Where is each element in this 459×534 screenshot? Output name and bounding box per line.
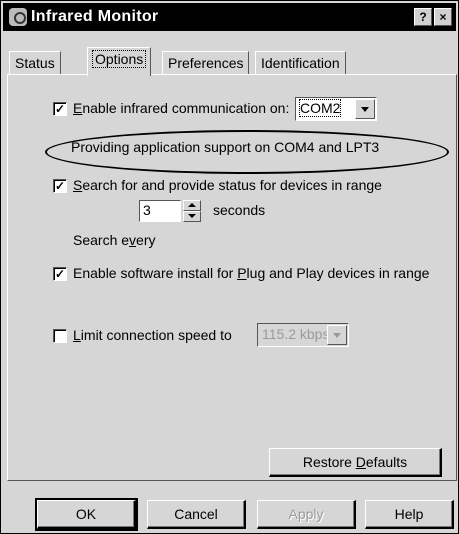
highlight-ellipse — [45, 130, 449, 174]
software-install-pre: Enable software install for — [73, 265, 238, 281]
chevron-down-icon[interactable] — [327, 325, 347, 345]
close-button[interactable]: × — [434, 8, 452, 26]
speed-value: 115.2 kbps — [262, 326, 330, 342]
tab-options-label: Options — [91, 50, 147, 68]
seconds-label: seconds — [213, 202, 266, 218]
tab-preferences-label: Preferences — [168, 55, 244, 71]
search-devices-label-text: earch for and provide status for devices… — [82, 177, 382, 193]
software-install-label[interactable]: Enable software install for Plug and Pla… — [73, 265, 429, 281]
search-every-post: ery — [136, 232, 156, 248]
help-title-button[interactable]: ? — [414, 8, 432, 26]
enable-infrared-label-text: nable infrared communication on: — [82, 100, 290, 116]
ok-button[interactable]: OK — [35, 498, 138, 531]
search-devices-label[interactable]: Search for and provide status for device… — [73, 177, 382, 193]
limit-speed-mnemonic: L — [73, 327, 81, 343]
enable-infrared-label[interactable]: Enable infrared communication on: — [73, 100, 289, 116]
limit-speed-label[interactable]: Limit connection speed to — [73, 327, 232, 343]
tab-identification-label: Identification — [261, 55, 340, 71]
chevron-down-icon[interactable] — [355, 99, 375, 119]
apply-button[interactable]: Apply — [257, 500, 356, 529]
tab-preferences[interactable]: Preferences — [162, 51, 250, 74]
search-interval-spinner[interactable] — [183, 200, 201, 222]
restore-defaults-mnemonic: D — [355, 454, 366, 470]
restore-defaults-post: efaults — [365, 454, 408, 470]
search-every-label: Search every — [73, 232, 156, 248]
title-bar[interactable]: Infrared Monitor ? × — [3, 3, 456, 31]
tab-status[interactable]: Status — [9, 51, 61, 74]
infrared-icon — [9, 8, 27, 26]
window-title: Infrared Monitor — [31, 8, 159, 25]
limit-speed-checkbox[interactable] — [53, 329, 67, 343]
spin-up-icon[interactable] — [183, 200, 201, 211]
tab-status-label: Status — [15, 55, 55, 71]
spin-down-icon[interactable] — [183, 211, 201, 222]
speed-select[interactable]: 115.2 kbps — [257, 323, 349, 347]
software-install-checkbox[interactable]: ✓ — [53, 267, 67, 281]
tab-identification[interactable]: Identification — [255, 51, 346, 74]
dialog-window: Infrared Monitor ? × Status Options Pref… — [0, 0, 459, 534]
tab-options[interactable]: Options — [87, 47, 152, 76]
enable-infrared-checkbox[interactable]: ✓ — [53, 102, 67, 116]
search-devices-checkbox[interactable]: ✓ — [53, 179, 67, 193]
restore-defaults-button[interactable]: Restore Defaults — [269, 448, 442, 477]
com-port-value: COM2 — [298, 99, 342, 117]
limit-speed-text: imit connection speed to — [80, 327, 232, 343]
com-port-select[interactable]: COM2 — [295, 97, 377, 121]
cancel-button[interactable]: Cancel — [147, 500, 246, 529]
software-install-mnemonic: P — [237, 265, 247, 281]
search-devices-label-mnemonic: S — [73, 177, 83, 193]
search-interval-input[interactable]: 3 — [139, 200, 181, 222]
search-interval-value: 3 — [143, 202, 151, 218]
help-button[interactable]: Help — [365, 500, 454, 529]
search-every-pre: Search e — [73, 232, 130, 248]
enable-infrared-label-mnemonic: E — [73, 100, 83, 116]
software-install-post: lug and Play devices in range — [246, 265, 430, 281]
search-every-mnemonic: v — [129, 232, 137, 248]
restore-defaults-pre: Restore — [302, 454, 356, 470]
